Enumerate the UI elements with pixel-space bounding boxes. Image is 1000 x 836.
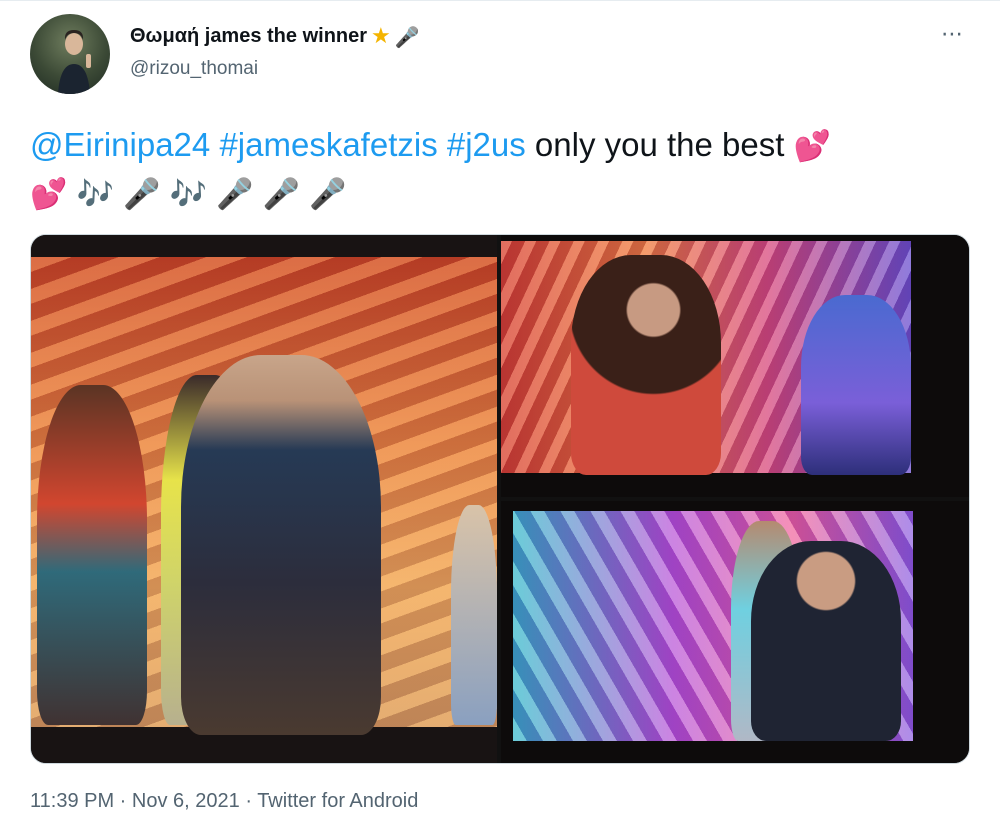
photo-1-performer-left xyxy=(37,385,147,725)
tweet-text: @Eirinipa24 #jameskafetzis #j2us only yo… xyxy=(30,122,975,218)
microphone-icon: 🎤 xyxy=(216,177,254,212)
musical-notes-icon: 🎶 xyxy=(169,177,207,212)
microphone-icon: 🎤 xyxy=(262,177,301,212)
hashtag-link-jameskafetzis[interactable]: #jameskafetzis xyxy=(219,126,437,163)
musical-notes-icon: 🎶 xyxy=(76,177,114,212)
tweet-photo-1[interactable] xyxy=(31,235,497,763)
top-divider xyxy=(0,0,1000,1)
display-name[interactable]: Θωμαή james the winner ★ 🎤 xyxy=(130,24,420,49)
photo-1-dancer-right xyxy=(451,505,497,725)
microphone-icon: 🎤 xyxy=(309,177,347,212)
photo-2-dancer xyxy=(801,295,911,475)
hashtag-link-j2us[interactable]: #j2us xyxy=(447,126,526,163)
avatar-figure xyxy=(58,30,91,94)
tweet-source-link[interactable]: Twitter for Android xyxy=(257,790,418,812)
star-icon: ★ xyxy=(371,24,391,49)
tweet-meta: 11:39 PM · Nov 6, 2021 · Twitter for And… xyxy=(30,790,418,813)
tweet-time[interactable]: 11:39 PM xyxy=(30,790,114,812)
mention-link[interactable]: @Eirinipa24 xyxy=(30,126,210,163)
tweet-card: Θωμαή james the winner ★ 🎤 @rizou_thomai… xyxy=(0,0,1000,836)
tweet-photo-3[interactable] xyxy=(501,501,969,763)
microphone-icon: 🎤 xyxy=(123,177,161,212)
photo-1-performer-center xyxy=(181,355,381,735)
tweet-body-text: only you the best xyxy=(525,126,794,163)
photo-3-singer xyxy=(751,541,901,741)
microphone-icon: 🎤 xyxy=(394,24,420,49)
tweet-photo-2[interactable] xyxy=(501,235,969,497)
user-handle[interactable]: @rizou_thomai xyxy=(130,58,258,80)
two-hearts-icon: 💕 xyxy=(30,177,68,212)
display-name-text: Θωμαή james the winner xyxy=(130,25,368,47)
tweet-date[interactable]: Nov 6, 2021 xyxy=(132,790,240,812)
more-options-icon[interactable]: ⋯ xyxy=(941,22,964,47)
photo-2-singer xyxy=(571,255,721,475)
meta-separator: · xyxy=(114,790,132,812)
media-grid xyxy=(30,234,970,764)
two-hearts-icon: 💕 xyxy=(793,129,831,164)
meta-separator: · xyxy=(239,790,258,812)
avatar[interactable] xyxy=(30,14,110,94)
